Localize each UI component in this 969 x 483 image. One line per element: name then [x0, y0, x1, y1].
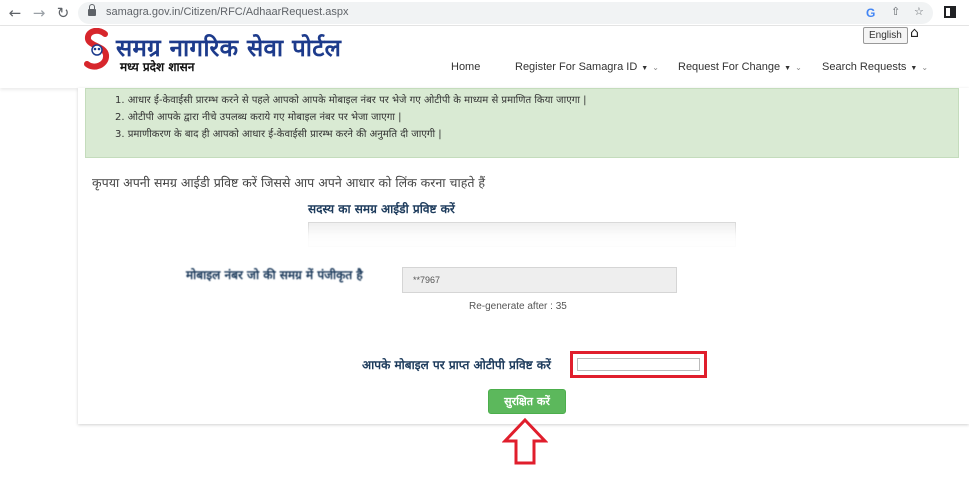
mobile-number-field: **7967 — [402, 267, 677, 293]
mobile-number-label: मोबाइल नंबर जो की समग्र में पंजीकृत है — [186, 268, 363, 282]
chevron-down-icon: ⌄ — [652, 63, 659, 72]
site-header: समग्र नागरिक सेवा पोर्टल मध्य प्रदेश शास… — [0, 25, 969, 88]
save-button[interactable]: सुरक्षित करें — [488, 389, 566, 414]
back-icon[interactable]: ← — [6, 4, 24, 22]
lock-icon[interactable] — [88, 4, 96, 16]
google-icon[interactable]: G — [866, 6, 875, 20]
otp-label: आपके मोबाइल पर प्राप्त ओटीपी प्रविष्ट कर… — [362, 358, 551, 372]
arrow-up-icon — [502, 418, 548, 465]
star-icon[interactable]: ☆ — [914, 5, 924, 18]
info-line-3: 3. प्रमाणीकरण के बाद ही आपको आधार ई-केवा… — [115, 129, 442, 140]
samagra-logo-icon[interactable] — [84, 28, 110, 72]
home-icon[interactable]: ⌂ — [910, 25, 919, 41]
browser-toolbar: ← → ↻ samagra.gov.in/Citizen/RFC/AdhaarR… — [0, 0, 969, 26]
info-line-2: 2. ओटीपी आपके द्वारा नीचे उपलब्ध कराये ग… — [115, 112, 402, 123]
side-panel-icon[interactable] — [944, 6, 956, 18]
otp-input[interactable] — [577, 358, 700, 371]
nav-register-label: Register For Samagra ID — [515, 61, 638, 73]
caret-down-icon: ▼ — [784, 65, 792, 72]
nav-home[interactable]: Home — [451, 61, 480, 73]
nav-request-change[interactable]: Request For Change ▼ ⌄ — [678, 61, 802, 73]
nav-search-requests-label: Search Requests — [822, 61, 907, 73]
language-button[interactable]: English — [863, 27, 908, 44]
regenerate-timer: Re-generate after : 35 — [469, 301, 567, 312]
url-text[interactable]: samagra.gov.in/Citizen/RFC/AdhaarRequest… — [106, 6, 349, 18]
otp-highlight-box — [570, 351, 707, 378]
info-line-1: 1. आधार ई-केवाईसी प्रारम्भ करने से पहले … — [115, 95, 587, 106]
chevron-down-icon: ⌄ — [921, 63, 929, 72]
nav-request-change-label: Request For Change — [678, 61, 781, 73]
info-box: 1. आधार ई-केवाईसी प्रारम्भ करने से पहले … — [85, 88, 959, 158]
share-icon[interactable]: ⇧ — [891, 5, 900, 18]
nav-search-requests[interactable]: Search Requests ▼ ⌄ — [822, 61, 928, 73]
samagra-id-label: सदस्य का समग्र आईडी प्रविष्ट करें — [308, 202, 455, 216]
caret-down-icon: ▼ — [910, 65, 918, 72]
reload-icon[interactable]: ↻ — [54, 4, 72, 22]
logo-subtitle: मध्य प्रदेश शासन — [120, 60, 195, 74]
chevron-down-icon: ⌄ — [795, 63, 802, 72]
nav-register[interactable]: Register For Samagra ID ▼ ⌄ — [515, 61, 659, 73]
caret-down-icon: ▼ — [641, 65, 649, 72]
blurred-region — [110, 230, 930, 270]
instruction-text: कृपया अपनी समग्र आईडी प्रविष्ट करें जिसस… — [92, 175, 486, 190]
address-bar[interactable]: samagra.gov.in/Citizen/RFC/AdhaarRequest… — [78, 2, 933, 24]
nav-home-label: Home — [451, 61, 481, 73]
forward-icon[interactable]: → — [30, 4, 48, 22]
